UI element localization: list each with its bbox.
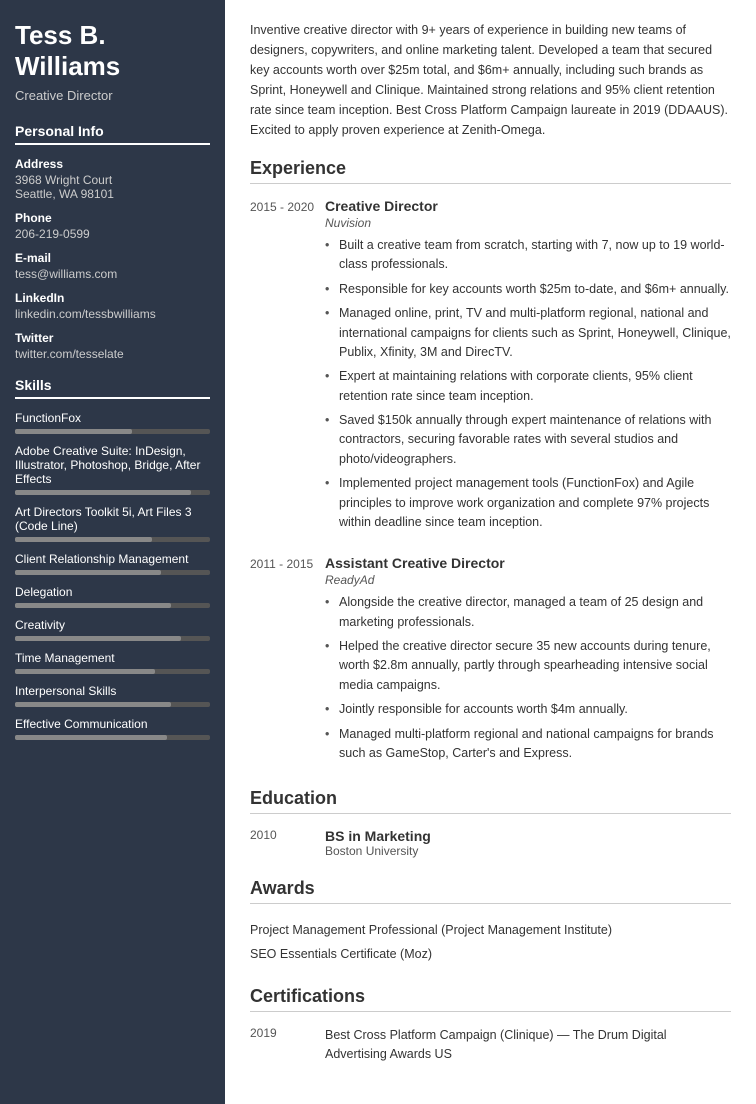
skill-item: Interpersonal Skills xyxy=(15,684,210,707)
experience-title: Assistant Creative Director xyxy=(325,555,731,571)
certification-entry: 2019Best Cross Platform Campaign (Cliniq… xyxy=(250,1026,731,1064)
skill-bar-bg xyxy=(15,669,210,674)
candidate-title: Creative Director xyxy=(15,88,210,103)
experience-bullet: Managed multi-platform regional and nati… xyxy=(325,725,731,764)
experience-entry: 2011 - 2015Assistant Creative Director Re… xyxy=(250,555,731,768)
skill-bar-bg xyxy=(15,735,210,740)
skill-item: Art Directors Toolkit 5i, Art Files 3 (C… xyxy=(15,505,210,542)
experience-bullet: Responsible for key accounts worth $25m … xyxy=(325,280,731,299)
skill-bar-fill xyxy=(15,636,181,641)
skill-item: Effective Communication xyxy=(15,717,210,740)
experience-dates: 2011 - 2015 xyxy=(250,555,325,768)
experience-bullet: Helped the creative director secure 35 n… xyxy=(325,637,731,695)
experience-section-title: Experience xyxy=(250,158,731,184)
candidate-name: Tess B. Williams xyxy=(15,20,210,82)
skill-bar-fill xyxy=(15,570,161,575)
skill-name: FunctionFox xyxy=(15,411,210,425)
experience-content: Creative Director Nuvision Built a creativ… xyxy=(325,198,731,537)
experience-bullet: Implemented project management tools (Fu… xyxy=(325,474,731,532)
experience-bullets: Alongside the creative director, managed… xyxy=(325,593,731,763)
phone-value: 206-219-0599 xyxy=(15,227,210,241)
certifications-list: 2019Best Cross Platform Campaign (Cliniq… xyxy=(250,1026,731,1064)
phone-label: Phone xyxy=(15,211,210,225)
twitter-label: Twitter xyxy=(15,331,210,345)
linkedin-value: linkedin.com/tessbwilliams xyxy=(15,307,210,321)
twitter-value: twitter.com/tesselate xyxy=(15,347,210,361)
email-label: E-mail xyxy=(15,251,210,265)
experience-title: Creative Director xyxy=(325,198,731,214)
experience-content: Assistant Creative Director ReadyAd Alongs… xyxy=(325,555,731,768)
award-item: SEO Essentials Certificate (Moz) xyxy=(250,942,731,966)
certifications-section-title: Certifications xyxy=(250,986,731,1012)
address-value: 3968 Wright Court xyxy=(15,173,210,187)
skill-bar-bg xyxy=(15,537,210,542)
skill-bar-fill xyxy=(15,702,171,707)
skill-name: Effective Communication xyxy=(15,717,210,731)
skill-bar-fill xyxy=(15,490,191,495)
experience-bullet: Built a creative team from scratch, star… xyxy=(325,236,731,275)
experience-section: Experience 2015 - 2020Creative Director N… xyxy=(250,158,731,768)
skill-bar-fill xyxy=(15,603,171,608)
awards-section: Awards Project Management Professional (… xyxy=(250,878,731,966)
experience-bullet: Managed online, print, TV and multi-plat… xyxy=(325,304,731,362)
skill-name: Client Relationship Management xyxy=(15,552,210,566)
education-degree: BS in Marketing xyxy=(325,828,431,844)
experience-entry: 2015 - 2020Creative Director Nuvision Buil… xyxy=(250,198,731,537)
awards-section-title: Awards xyxy=(250,878,731,904)
education-school: Boston University xyxy=(325,844,431,858)
education-section: Education 2010BS in MarketingBoston Univ… xyxy=(250,788,731,858)
main-content: Inventive creative director with 9+ year… xyxy=(225,0,756,1104)
skill-name: Interpersonal Skills xyxy=(15,684,210,698)
skill-item: Adobe Creative Suite: InDesign, Illustra… xyxy=(15,444,210,495)
certification-date: 2019 xyxy=(250,1026,325,1064)
experience-list: 2015 - 2020Creative Director Nuvision Buil… xyxy=(250,198,731,768)
sidebar: Tess B. Williams Creative Director Perso… xyxy=(0,0,225,1104)
experience-bullet: Jointly responsible for accounts worth $… xyxy=(325,700,731,719)
experience-company: Nuvision xyxy=(325,216,731,230)
education-section-title: Education xyxy=(250,788,731,814)
experience-bullet: Alongside the creative director, managed… xyxy=(325,593,731,632)
skill-item: Creativity xyxy=(15,618,210,641)
skill-bar-bg xyxy=(15,603,210,608)
skill-name: Art Directors Toolkit 5i, Art Files 3 (C… xyxy=(15,505,210,533)
skill-item: Time Management xyxy=(15,651,210,674)
skills-list: FunctionFox Adobe Creative Suite: InDesig… xyxy=(15,411,210,740)
personal-info-section-title: Personal Info xyxy=(15,123,210,145)
skill-item: Client Relationship Management xyxy=(15,552,210,575)
skill-bar-bg xyxy=(15,490,210,495)
skill-bar-fill xyxy=(15,669,155,674)
experience-company: ReadyAd xyxy=(325,573,731,587)
skill-bar-bg xyxy=(15,636,210,641)
linkedin-label: LinkedIn xyxy=(15,291,210,305)
award-item: Project Management Professional (Project… xyxy=(250,918,731,942)
skills-section-title: Skills xyxy=(15,377,210,399)
experience-bullet: Expert at maintaining relations with cor… xyxy=(325,367,731,406)
education-content: BS in MarketingBoston University xyxy=(325,828,431,858)
skill-name: Adobe Creative Suite: InDesign, Illustra… xyxy=(15,444,210,486)
education-date: 2010 xyxy=(250,828,325,858)
address-city: Seattle, WA 98101 xyxy=(15,187,210,201)
certification-text: Best Cross Platform Campaign (Clinique) … xyxy=(325,1026,731,1064)
skill-bar-bg xyxy=(15,429,210,434)
skill-bar-bg xyxy=(15,702,210,707)
skill-item: Delegation xyxy=(15,585,210,608)
skill-name: Time Management xyxy=(15,651,210,665)
skill-name: Delegation xyxy=(15,585,210,599)
experience-bullet: Saved $150k annually through expert main… xyxy=(325,411,731,469)
skill-bar-bg xyxy=(15,570,210,575)
email-value: tess@williams.com xyxy=(15,267,210,281)
skill-item: FunctionFox xyxy=(15,411,210,434)
education-entry: 2010BS in MarketingBoston University xyxy=(250,828,731,858)
experience-dates: 2015 - 2020 xyxy=(250,198,325,537)
summary-text: Inventive creative director with 9+ year… xyxy=(250,20,731,140)
skill-bar-fill xyxy=(15,537,152,542)
awards-list: Project Management Professional (Project… xyxy=(250,918,731,966)
certifications-section: Certifications 2019Best Cross Platform C… xyxy=(250,986,731,1064)
address-label: Address xyxy=(15,157,210,171)
experience-bullets: Built a creative team from scratch, star… xyxy=(325,236,731,532)
skill-name: Creativity xyxy=(15,618,210,632)
education-list: 2010BS in MarketingBoston University xyxy=(250,828,731,858)
skill-bar-fill xyxy=(15,429,132,434)
skill-bar-fill xyxy=(15,735,167,740)
